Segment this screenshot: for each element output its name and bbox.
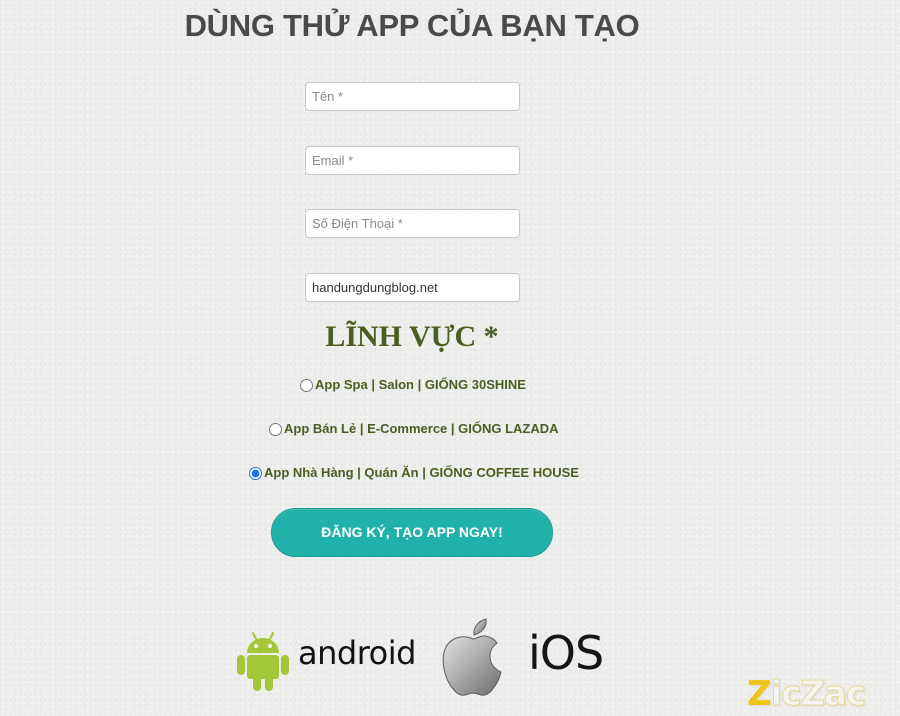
email-field[interactable]: [305, 146, 520, 175]
section-title-field: LĨNH VỰC *: [325, 320, 499, 353]
option-retail-radio[interactable]: [269, 423, 282, 436]
android-wordmark: android: [298, 634, 416, 672]
name-field[interactable]: [305, 82, 520, 111]
option-spa-salon[interactable]: App Spa | Salon | GIỐNG 30SHINE: [300, 377, 526, 392]
option-retail[interactable]: App Bán Lẻ | E-Commerce | GIỐNG LAZADA: [269, 421, 559, 436]
apple-logo-icon: [442, 618, 502, 696]
ziczac-watermark: ZicZac: [747, 674, 867, 715]
ios-wordmark: iOS: [528, 626, 604, 680]
option-spa-salon-label: App Spa | Salon | GIỐNG 30SHINE: [315, 377, 526, 392]
option-retail-label: App Bán Lẻ | E-Commerce | GIỐNG LAZADA: [284, 421, 559, 436]
website-field[interactable]: [305, 273, 520, 302]
phone-field[interactable]: [305, 209, 520, 238]
option-restaurant-label: App Nhà Hàng | Quán Ăn | GIỐNG COFFEE HO…: [264, 465, 579, 480]
option-spa-salon-radio[interactable]: [300, 379, 313, 392]
option-restaurant[interactable]: App Nhà Hàng | Quán Ăn | GIỐNG COFFEE HO…: [249, 465, 579, 480]
register-create-app-button[interactable]: ĐĂNG KÝ, TẠO APP NGAY!: [271, 508, 553, 557]
option-restaurant-radio[interactable]: [249, 467, 262, 480]
android-robot-icon: [237, 632, 289, 691]
page-title: DÙNG THỬ APP CỦA BẠN TẠO: [184, 8, 640, 43]
